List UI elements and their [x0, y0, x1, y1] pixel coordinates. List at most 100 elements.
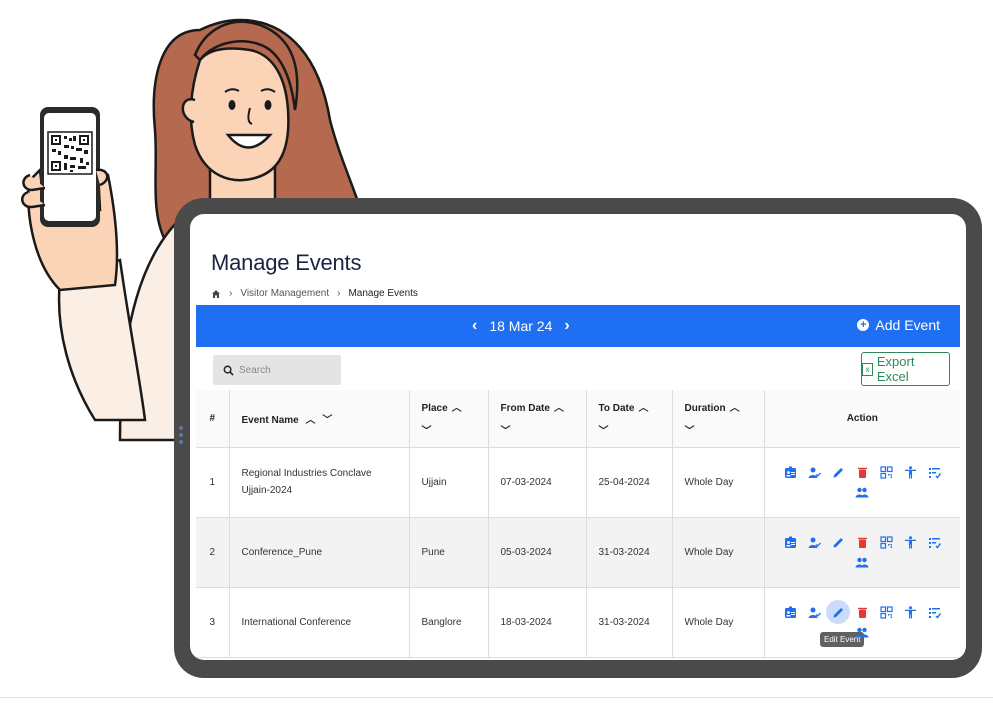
divider — [0, 697, 993, 698]
from-date-header-label: From Date — [500, 403, 550, 415]
tablet-frame: Manage Events › Visitor Management › Man… — [174, 198, 982, 678]
event-name-header-label: Event Name — [241, 414, 299, 426]
event-name-cell: Conference_Pune — [229, 517, 410, 588]
page-title: Manage Events — [211, 250, 362, 275]
column-header-event-name[interactable]: Event Name ︿ ﹀ — [229, 390, 410, 448]
edit-icon[interactable] — [831, 535, 845, 549]
plus-circle-icon: + — [857, 319, 870, 331]
user-check-icon[interactable] — [807, 465, 821, 479]
tablet-screen: Manage Events › Visitor Management › Man… — [190, 214, 966, 660]
event-name-cell: International Conference — [229, 587, 410, 658]
stage: Manage Events › Visitor Management › Man… — [0, 0, 993, 708]
sort-asc-icon[interactable]: ︿ — [638, 403, 648, 414]
breadcrumb-visitor-management[interactable]: Visitor Management — [240, 288, 329, 299]
to-date-cell: 25-04-2024 — [586, 447, 673, 518]
checklist-icon[interactable] — [927, 605, 941, 619]
edit-icon[interactable] — [826, 600, 851, 624]
action-icons — [777, 600, 947, 639]
search-icon — [223, 365, 234, 376]
manage-events-screen: Manage Events › Visitor Management › Man… — [196, 220, 960, 660]
chevron-right-icon: › — [229, 288, 233, 299]
sort-asc-icon[interactable]: ︿ — [730, 403, 740, 414]
place-cell: Ujjain — [409, 447, 489, 518]
delete-icon[interactable] — [855, 465, 869, 479]
sort-asc-icon[interactable]: ︿ — [452, 403, 462, 414]
action-icons — [777, 465, 947, 499]
place-cell: Banglore — [409, 587, 489, 658]
column-header-place[interactable]: Place ︿ ﹀ — [409, 390, 489, 448]
to-date-cell: 31-03-2024 — [586, 587, 673, 658]
row-number: 2 — [196, 517, 230, 588]
table-row: 2 Conference_Pune Pune 05-03-2024 31-03-… — [196, 517, 960, 588]
date-navigator: ‹ 18 Mar 24 › — [472, 317, 570, 335]
column-header-to-date[interactable]: To Date ︿ ﹀ — [586, 390, 673, 448]
previous-date-button[interactable]: ‹ — [472, 317, 477, 335]
row-number: 1 — [196, 447, 230, 518]
sort-asc-icon[interactable]: ︿ — [554, 403, 564, 414]
excel-file-icon: x — [862, 362, 873, 376]
id-badge-icon[interactable] — [783, 605, 797, 619]
table-row: 1 Regional Industries Conclave Ujjain-20… — [196, 447, 960, 518]
to-date-cell: 31-03-2024 — [586, 517, 673, 588]
qr-code-icon[interactable] — [879, 535, 893, 549]
user-check-icon[interactable] — [807, 605, 821, 619]
group-icon[interactable] — [855, 555, 869, 569]
action-cell — [764, 517, 960, 588]
next-date-button[interactable]: › — [564, 317, 569, 335]
duration-cell: Whole Day — [672, 587, 765, 658]
to-date-header-label: To Date — [598, 403, 635, 415]
home-icon[interactable] — [211, 289, 221, 299]
breadcrumb-manage-events: Manage Events — [348, 288, 418, 299]
sort-desc-icon[interactable]: ﹀ — [422, 422, 476, 437]
event-name-cell: Regional Industries Conclave Ujjain-2024 — [229, 447, 410, 518]
sort-desc-icon[interactable]: ﹀ — [685, 422, 752, 437]
qr-code-graphic — [47, 131, 93, 175]
from-date-cell: 05-03-2024 — [488, 517, 587, 588]
table-header-row: # Event Name ︿ ﹀ Place ︿ ﹀ From Date ︿ ﹀… — [196, 390, 960, 448]
column-header-from-date[interactable]: From Date ︿ ﹀ — [488, 390, 587, 448]
add-event-button[interactable]: + Add Event — [857, 317, 940, 333]
duration-header-label: Duration — [684, 403, 726, 415]
duration-cell: Whole Day — [672, 517, 765, 588]
search-input[interactable] — [239, 364, 329, 376]
qr-code-icon[interactable] — [879, 465, 893, 479]
edit-icon[interactable] — [831, 465, 845, 479]
place-cell: Pune — [409, 517, 489, 588]
column-header-number: # — [196, 390, 230, 448]
person-icon[interactable] — [903, 605, 917, 619]
sort-desc-icon[interactable]: ﹀ — [501, 422, 574, 437]
breadcrumb: › Visitor Management › Manage Events — [211, 288, 418, 299]
row-number: 3 — [196, 587, 230, 658]
id-badge-icon[interactable] — [783, 465, 797, 479]
sort-desc-icon[interactable]: ﹀ — [599, 422, 660, 437]
group-icon[interactable] — [855, 625, 869, 639]
person-icon[interactable] — [903, 535, 917, 549]
delete-icon[interactable] — [855, 605, 869, 619]
qr-code-icon[interactable] — [879, 605, 893, 619]
action-cell — [764, 447, 960, 518]
events-table: # Event Name ︿ ﹀ Place ︿ ﹀ From Date ︿ ﹀… — [196, 390, 960, 658]
delete-icon[interactable] — [855, 535, 869, 549]
place-header-label: Place — [421, 403, 448, 415]
search-box — [213, 355, 341, 385]
id-badge-icon[interactable] — [783, 535, 797, 549]
user-check-icon[interactable] — [807, 535, 821, 549]
sort-asc-icon[interactable]: ︿ — [306, 415, 316, 426]
current-date-label: 18 Mar 24 — [489, 318, 553, 334]
tablet-side-indicator — [179, 426, 185, 447]
add-event-label: Add Event — [875, 317, 940, 333]
export-excel-label: Export Excel — [876, 354, 915, 384]
column-header-action: Action — [764, 390, 960, 448]
duration-cell: Whole Day — [672, 447, 765, 518]
from-date-cell: 18-03-2024 — [488, 587, 587, 658]
checklist-icon[interactable] — [927, 535, 941, 549]
sort-desc-icon[interactable]: ﹀ — [322, 415, 332, 426]
date-navigation-bar: ‹ 18 Mar 24 › + Add Event — [196, 305, 960, 347]
group-icon[interactable] — [855, 485, 869, 499]
from-date-cell: 07-03-2024 — [488, 447, 587, 518]
action-icons — [777, 535, 947, 569]
column-header-duration[interactable]: Duration ︿ ﹀ — [672, 390, 765, 448]
checklist-icon[interactable] — [927, 465, 941, 479]
person-icon[interactable] — [903, 465, 917, 479]
export-excel-button[interactable]: x Export Excel — [861, 352, 950, 386]
